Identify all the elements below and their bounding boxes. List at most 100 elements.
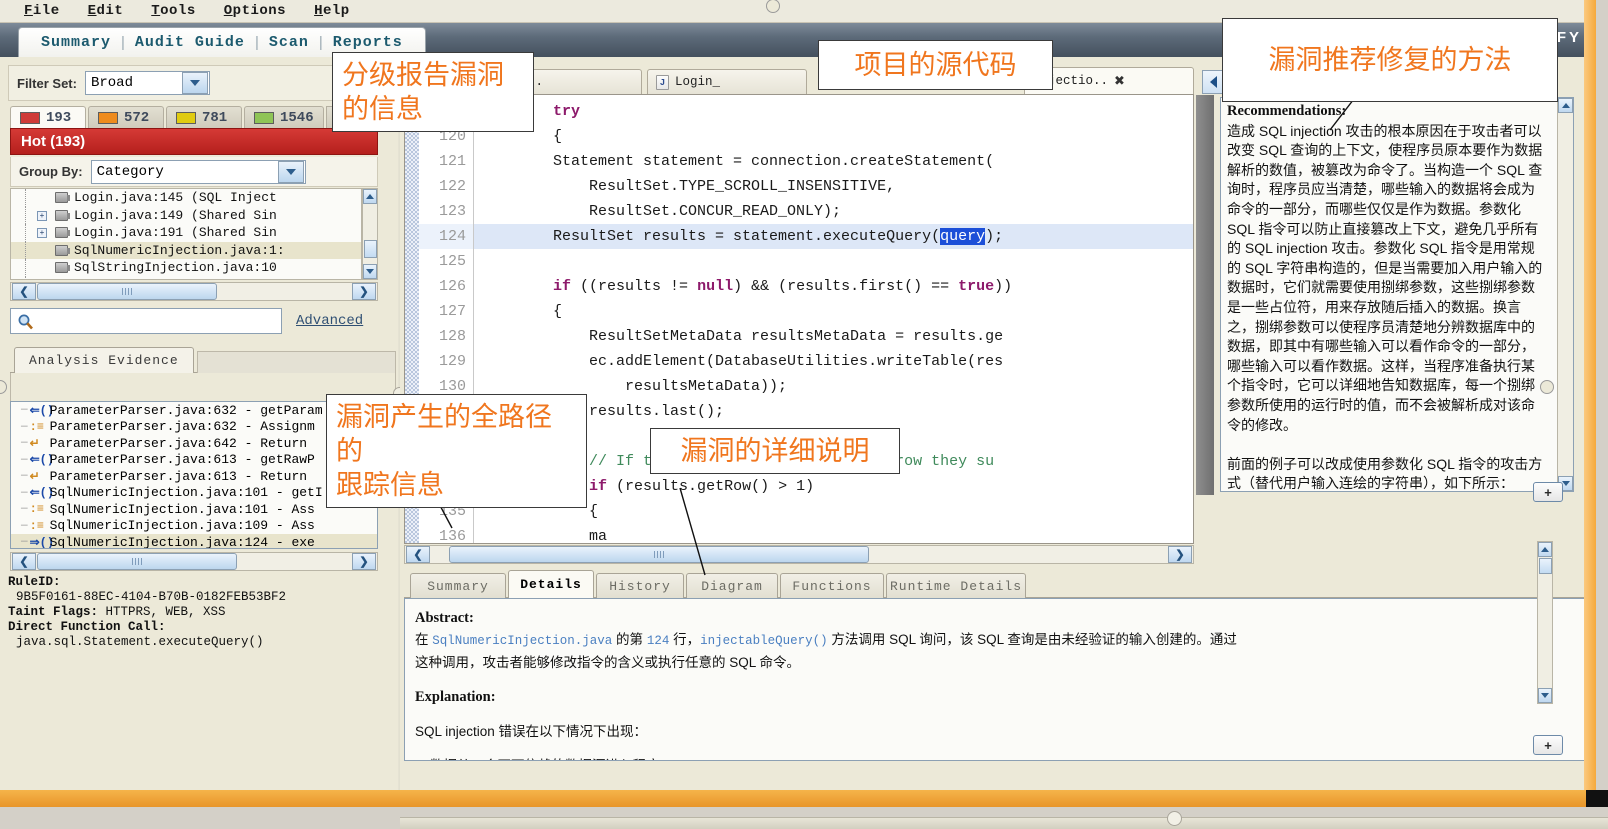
- evidence-row[interactable]: —⇒() SqlNumericInjection.java:124 - exe: [11, 534, 377, 549]
- line-number: 128: [419, 324, 473, 349]
- menu-help[interactable]: Help: [300, 3, 364, 19]
- severity-chip-medium[interactable]: 781: [166, 106, 242, 129]
- issue-tree-row[interactable]: +Login.java:149 (Shared Sin: [11, 207, 361, 225]
- abstract-file-link[interactable]: SqlNumericInjection.java: [432, 634, 612, 648]
- tree-guide: —: [21, 536, 28, 548]
- direct-call-value: java.sql.Statement.executeQuery(): [8, 635, 396, 650]
- tab-analysis-evidence[interactable]: Analysis Evidence: [14, 347, 194, 373]
- search-input[interactable]: [10, 308, 282, 334]
- issue-tree-row[interactable]: ThreadSafetyProblem.java:9: [11, 277, 361, 281]
- evidence-row[interactable]: —⇐() SqlNumericInjection.java:101 - getI: [11, 485, 377, 502]
- abstract-method-link[interactable]: injectableQuery(): [700, 634, 828, 648]
- nav-summary[interactable]: Summary: [31, 34, 121, 51]
- menu-options[interactable]: Options: [210, 3, 300, 19]
- recommendations-content[interactable]: Recommendations: 造成 SQL injection 攻击的根本原…: [1220, 97, 1574, 492]
- add-recommendation-button[interactable]: +: [1533, 482, 1563, 502]
- scroll-track[interactable]: [37, 553, 351, 570]
- evidence-row-label: SqlNumericInjection.java:101 - Ass: [50, 502, 315, 517]
- plus-icon: +: [1544, 738, 1552, 753]
- filter-set-select[interactable]: Broad: [85, 71, 210, 95]
- nav-scan[interactable]: Scan: [259, 34, 319, 51]
- issue-tree-row-label: SqlStringInjection.java:10: [74, 260, 277, 275]
- add-detail-button[interactable]: +: [1533, 735, 1563, 755]
- scroll-thumb[interactable]: [37, 553, 237, 570]
- tab-summary[interactable]: Summary: [410, 573, 506, 598]
- evidence-row[interactable]: —:≡ SqlNumericInjection.java:101 - Ass: [11, 501, 377, 518]
- scroll-right-icon[interactable]: ❯: [1168, 546, 1192, 563]
- splitter-handle[interactable]: [1167, 811, 1182, 826]
- expander-icon[interactable]: +: [37, 211, 47, 221]
- advanced-search-link[interactable]: Advanced: [296, 313, 363, 329]
- line-number: 129: [419, 349, 473, 374]
- evidence-row[interactable]: —:≡ SqlNumericInjection.java:109 - Ass: [11, 518, 377, 535]
- scroll-track[interactable]: [431, 546, 1167, 563]
- close-icon[interactable]: ✖: [1114, 73, 1125, 89]
- scroll-up-icon[interactable]: [1538, 542, 1552, 557]
- evidence-row[interactable]: —:≡ ParameterParser.java:632 - Assignm: [11, 419, 377, 436]
- scroll-up-icon[interactable]: [363, 189, 377, 204]
- issue-tree-vertical-scrollbar[interactable]: [362, 188, 378, 280]
- scroll-right-icon[interactable]: ❯: [352, 553, 376, 570]
- tab-functions[interactable]: Functions: [780, 573, 884, 598]
- scroll-tabs-left-button[interactable]: [1202, 70, 1224, 94]
- evidence-row[interactable]: —↵ ParameterParser.java:642 - Return: [11, 435, 377, 452]
- evidence-horizontal-scrollbar[interactable]: ❮ ❯: [10, 552, 378, 571]
- nav-audit-guide[interactable]: Audit Guide: [125, 34, 255, 51]
- scroll-left-icon[interactable]: ❮: [12, 553, 36, 570]
- evidence-row-label: ParameterParser.java:613 - getRawP: [50, 452, 315, 467]
- code-line: resultsMetaData));: [481, 374, 1193, 399]
- menu-file[interactable]: FFileile: [10, 3, 74, 19]
- editor-horizontal-scrollbar[interactable]: ❮ ❯: [404, 545, 1194, 564]
- issue-tree-row[interactable]: SqlNumericInjection.java:1:: [11, 242, 361, 260]
- tab-runtime-details[interactable]: Runtime Details: [886, 573, 1026, 598]
- tab-details[interactable]: Details: [508, 570, 594, 598]
- details-scroll-thumb[interactable]: [1539, 558, 1552, 574]
- severity-chip-critical[interactable]: 193: [10, 106, 86, 129]
- evidence-row[interactable]: —⇐() ParameterParser.java:613 - getRawP: [11, 452, 377, 469]
- code-line: ma: [481, 524, 1193, 544]
- scroll-right-icon[interactable]: ❯: [352, 283, 376, 300]
- severity-chip-low[interactable]: 1546: [244, 106, 324, 129]
- evidence-row[interactable]: —⇐() ParameterParser.java:632 - getParam: [11, 402, 377, 419]
- expander-icon[interactable]: +: [37, 228, 47, 238]
- menu-tools[interactable]: Tools: [137, 3, 210, 19]
- evidence-row[interactable]: —↵ ParameterParser.java:613 - Return: [11, 468, 377, 485]
- editor-tab-login[interactable]: J Login_: [647, 69, 807, 95]
- issue-tree-row[interactable]: Login.java:145 (SQL Inject: [11, 189, 361, 207]
- tab-diagram[interactable]: Diagram: [686, 573, 778, 598]
- menu-edit[interactable]: Edit: [74, 3, 138, 19]
- issue-tree-row[interactable]: SqlStringInjection.java:10: [11, 259, 361, 277]
- scroll-thumb[interactable]: [449, 546, 869, 563]
- scroll-thumb[interactable]: [37, 283, 217, 300]
- issue-tree-scroll-thumb[interactable]: [364, 240, 377, 258]
- chevron-down-icon[interactable]: [182, 72, 208, 94]
- issue-tree-row[interactable]: +Login.java:191 (Shared Sin: [11, 224, 361, 242]
- scroll-left-icon[interactable]: ❮: [406, 546, 430, 563]
- bottom-splitter[interactable]: [400, 817, 1608, 829]
- issue-tree-horizontal-scrollbar[interactable]: ❮ ❯: [10, 282, 378, 301]
- scroll-left-icon[interactable]: ❮: [12, 283, 36, 300]
- color-swatch-icon: [254, 112, 274, 124]
- recommendations-vertical-scrollbar[interactable]: [1557, 98, 1573, 491]
- callout-detail-desc: 漏洞的详细说明: [650, 428, 900, 474]
- center-right-splitter[interactable]: [1196, 95, 1214, 495]
- scroll-down-icon[interactable]: [363, 264, 377, 279]
- details-content[interactable]: Abstract: 在 SqlNumericInjection.java 的第 …: [404, 598, 1591, 761]
- evidence-row-label: ParameterParser.java:632 - getParam: [50, 403, 323, 418]
- nav-reports[interactable]: Reports: [323, 34, 413, 51]
- code-line: ResultSet results = statement.executeQue…: [481, 224, 1193, 249]
- issue-tree-list[interactable]: Login.java:145 (SQL Inject +Login.java:14…: [10, 188, 362, 280]
- line-number: 127: [419, 299, 473, 324]
- details-vertical-scrollbar[interactable]: [1537, 541, 1553, 704]
- issue-tree-row-label: Login.java:145 (SQL Inject: [74, 190, 277, 205]
- chevron-down-icon[interactable]: [278, 161, 304, 183]
- scroll-down-icon[interactable]: [1538, 688, 1552, 703]
- scroll-track[interactable]: [37, 283, 351, 300]
- severity-chip-high[interactable]: 572: [88, 106, 164, 129]
- group-by-select[interactable]: Category: [91, 160, 306, 184]
- code-text[interactable]: try { Statement statement = connection.c…: [481, 99, 1193, 544]
- evidence-list[interactable]: —⇐() ParameterParser.java:632 - getParam…: [10, 401, 378, 549]
- code-line: {: [481, 124, 1193, 149]
- tab-history[interactable]: History: [596, 573, 684, 598]
- scroll-up-icon[interactable]: [1558, 98, 1573, 113]
